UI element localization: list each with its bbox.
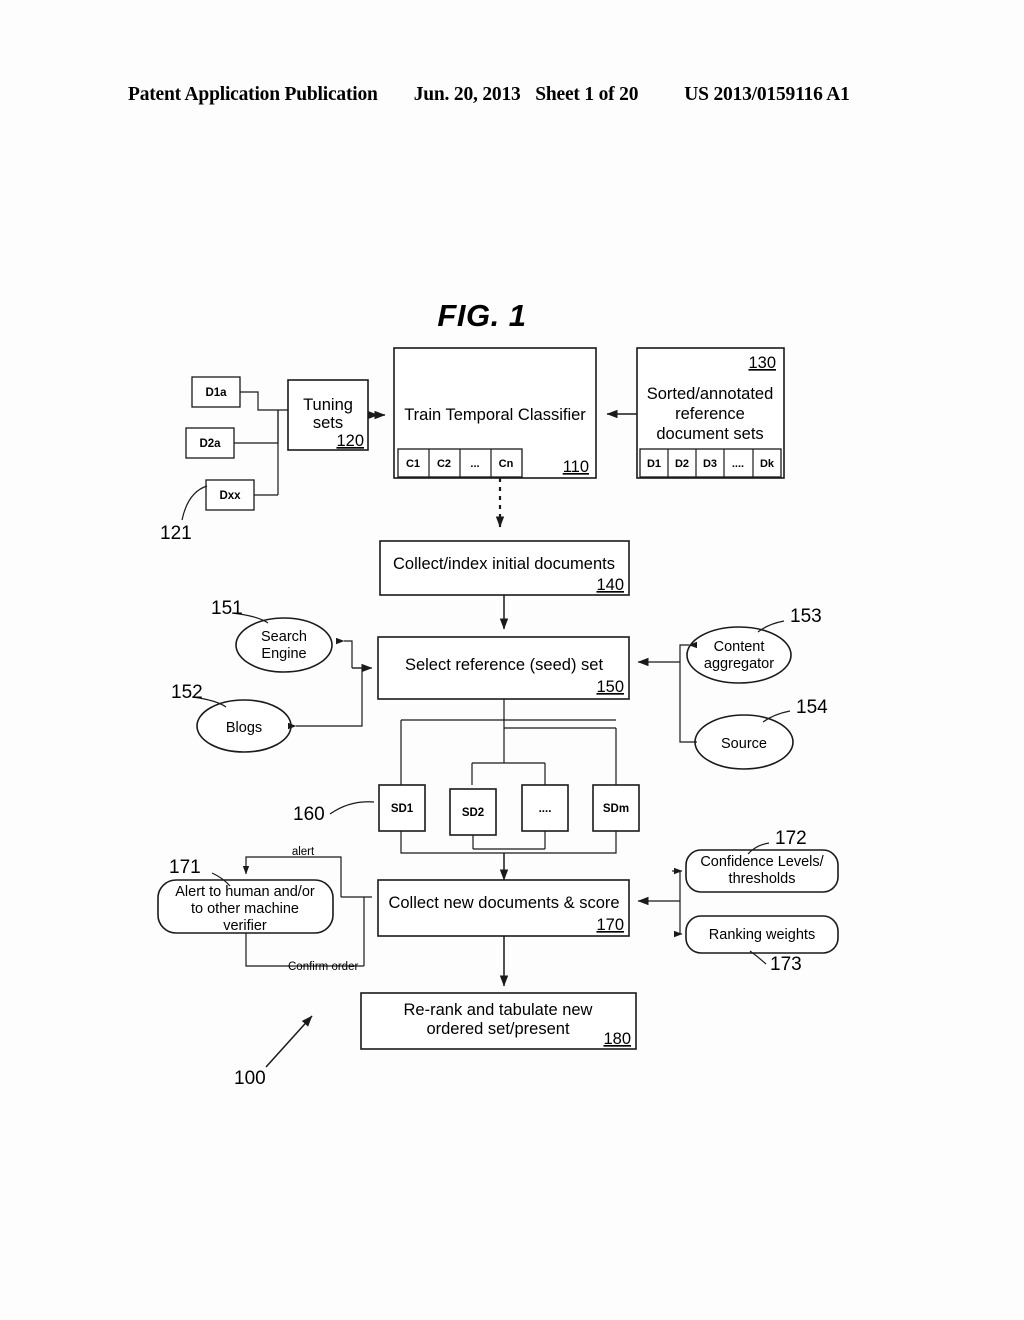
system-ref-arrow	[265, 1015, 313, 1068]
connector-d1a-bus	[240, 391, 288, 411]
reference-sets-line2: reference	[675, 405, 745, 423]
classifier-cell-ellipsis: ...	[470, 458, 479, 470]
ref-160: 160	[293, 804, 325, 825]
tuning-doc-label-dxx: Dxx	[219, 490, 241, 502]
ref-153: 153	[790, 606, 822, 627]
select-seed-label: Select reference (seed) set	[405, 656, 604, 674]
collect-score-ref: 170	[596, 916, 624, 934]
ref-154: 154	[796, 697, 828, 718]
source-label: Source	[721, 736, 767, 752]
ref-152: 152	[171, 682, 203, 703]
tuning-sets-label-line2: sets	[313, 414, 343, 432]
tuning-doc-label-d2a: D2a	[199, 438, 221, 450]
content-aggregator-line1: Content	[714, 639, 765, 655]
train-classifier-ref: 110	[563, 458, 589, 476]
rerank-line2: ordered set/present	[426, 1020, 570, 1038]
search-engine-ellipse	[235, 617, 333, 673]
content-aggregator-line2: aggregator	[704, 656, 774, 672]
seed-doc-label-ellipsis: ....	[539, 803, 552, 815]
reference-sets-line1: Sorted/annotated	[647, 385, 774, 403]
alert-verifier-line1: Alert to human and/or	[175, 884, 315, 900]
confidence-levels-line1: Confidence Levels/	[700, 854, 824, 870]
reference-cell-ellipsis: ....	[732, 458, 744, 470]
ref-121: 121	[160, 523, 192, 544]
connector-d2a-bus	[234, 410, 279, 444]
rerank-line1: Re-rank and tabulate new	[404, 1001, 593, 1019]
reference-cell-d2: D2	[675, 458, 689, 470]
patent-page: Patent Application Publication Jun. 20, …	[0, 0, 1024, 1320]
connector-select-blogs	[288, 668, 363, 730]
collect-index-ref: 140	[596, 576, 624, 594]
alert-verifier-line2: to other machine	[191, 901, 299, 917]
collect-score-label: Collect new documents & score	[388, 894, 619, 912]
leader-121	[181, 485, 208, 521]
search-engine-line1: Search	[261, 629, 307, 645]
seed-doc-label-sd2: SD2	[462, 807, 484, 819]
reference-sets-ref: 130	[748, 354, 776, 372]
ref-151: 151	[211, 598, 243, 619]
classifier-cell-cn: Cn	[499, 458, 514, 470]
ref-171: 171	[169, 857, 201, 878]
blogs-label: Blogs	[226, 720, 262, 736]
rerank-ref: 180	[603, 1030, 631, 1048]
tuning-sets-ref: 120	[336, 432, 364, 450]
classifier-cell-c2: C2	[437, 458, 451, 470]
ref-100: 100	[234, 1068, 266, 1089]
connector-source-bus	[679, 662, 697, 743]
seed-doc-label-sd1: SD1	[391, 803, 414, 815]
search-engine-line2: Engine	[261, 646, 306, 662]
ranking-weights-label: Ranking weights	[709, 927, 815, 943]
collect-index-label: Collect/index initial documents	[393, 555, 615, 573]
confirm-order-edge-label: Confirm order	[288, 961, 358, 973]
seed-doc-label-sdm: SDm	[603, 803, 629, 815]
figure-title: FIG. 1	[437, 298, 526, 333]
leader-160	[329, 801, 375, 815]
classifier-cell-c1: C1	[406, 458, 420, 470]
alert-verifier-line3: verifier	[223, 918, 267, 934]
alert-edge-label: alert	[292, 846, 315, 858]
figure-1: FIG. 1 D1a D2a Dxx 121 Tuning sets 120 T…	[0, 0, 1024, 1320]
confidence-levels-line2: thresholds	[729, 871, 796, 887]
connector-select-search	[336, 637, 353, 668]
reference-cell-d1: D1	[647, 458, 661, 470]
ref-173: 173	[770, 954, 802, 975]
train-classifier-label: Train Temporal Classifier	[404, 406, 586, 424]
reference-cell-d3: D3	[703, 458, 717, 470]
content-aggregator-ellipse	[686, 626, 792, 684]
connector-seed-merge-outer	[400, 831, 617, 854]
reference-cell-dk: Dk	[760, 458, 775, 470]
ref-172: 172	[775, 828, 807, 849]
select-seed-ref: 150	[596, 678, 624, 696]
reference-sets-line3: document sets	[656, 425, 763, 443]
tuning-sets-label-line1: Tuning	[303, 396, 353, 414]
tuning-doc-label-d1a: D1a	[205, 387, 227, 399]
